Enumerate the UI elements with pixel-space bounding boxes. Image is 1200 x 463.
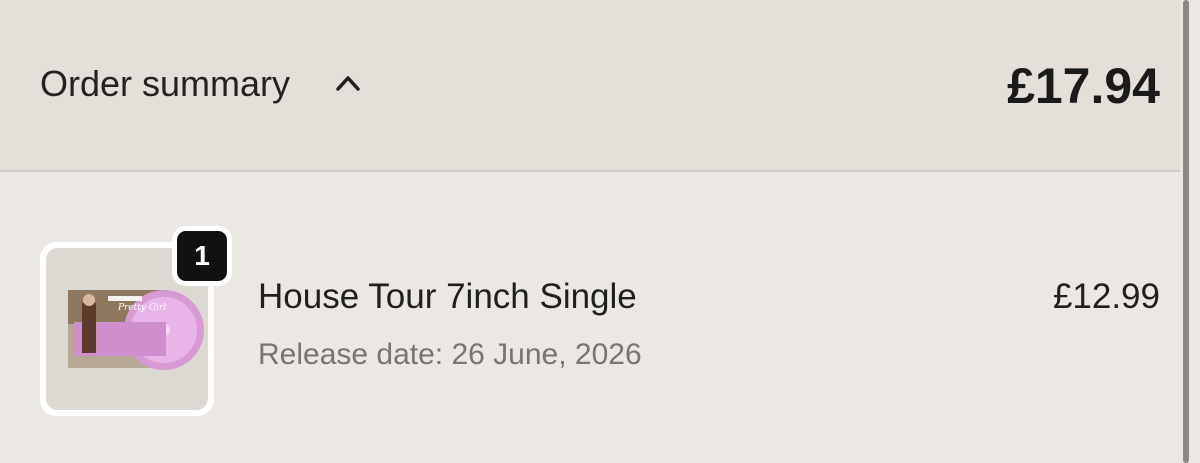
chevron-up-icon xyxy=(336,76,360,91)
scrollbar-thumb[interactable] xyxy=(1183,0,1189,463)
product-name: House Tour 7inch Single xyxy=(258,277,637,316)
quantity-badge: 1 xyxy=(172,226,232,286)
order-summary-label: Order summary xyxy=(40,63,291,104)
product-price: £12.99 xyxy=(1052,277,1160,316)
order-line-item: Pretty Girl 1 House Tour 7inch Single Re… xyxy=(0,172,1180,463)
vertical-scrollbar[interactable] xyxy=(1180,0,1200,463)
release-date: Release date: 26 June, 2026 xyxy=(258,338,642,371)
checkout-order-summary: Order summary £17.94 Pretty Girl 1 House… xyxy=(0,0,1200,463)
order-total: £17.94 xyxy=(1007,58,1160,114)
cover-title-text: Pretty Girl xyxy=(117,303,166,313)
order-summary-toggle[interactable]: Order summary £17.94 xyxy=(0,0,1180,172)
